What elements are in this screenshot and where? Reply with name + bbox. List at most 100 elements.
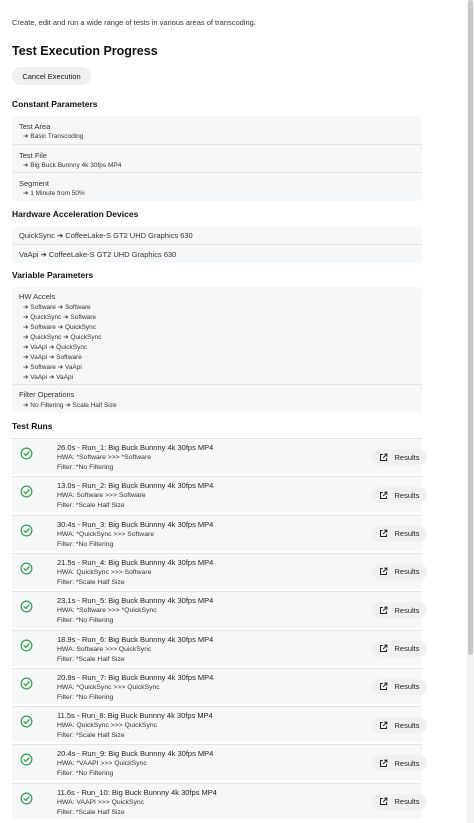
constant-value: ➔ 1 Minute from 50% <box>23 190 85 197</box>
check-circle-icon <box>20 677 33 690</box>
variable-parameters-card: HW Accels ➔ Software ➔ Software ➔ QuickS… <box>12 287 422 413</box>
results-label: Results <box>394 567 420 577</box>
run-title: 13.0s - Run_2: Big Buck Bunnny 4k 30fps … <box>57 481 214 491</box>
test-run-row: 26.0s - Run_1: Big Buck Bunnny 4k 30fps … <box>12 438 427 474</box>
constant-row: Test File ➔ Big Buck Bunnny 4k 30fps MP4 <box>12 144 422 172</box>
run-hwa: HWA: QuickSync >>> QuickSync <box>57 722 158 730</box>
run-title: 21.5s - Run_4: Big Buck Bunnny 4k 30fps … <box>57 557 214 567</box>
run-filter: Filter: *Scale Half Size <box>57 502 125 510</box>
hw-accel-item: ➔ Software ➔ VaApi <box>23 364 82 371</box>
test-run-row: 21.5s - Run_4: Big Buck Bunnny 4k 30fps … <box>12 552 427 589</box>
run-hwa: HWA: QuickSync >>> Software <box>57 568 152 576</box>
results-label: Results <box>394 758 420 768</box>
external-link-icon <box>380 682 388 691</box>
test-run-row: 11.5s - Run_8: Big Buck Bunnny 4k 30fps … <box>12 706 427 743</box>
check-circle-icon <box>20 485 33 498</box>
constant-value: ➔ Basic Transcoding <box>23 133 84 140</box>
results-button[interactable]: Results <box>372 755 427 772</box>
run-hwa: HWA: Software >>> QuickSync <box>57 645 152 653</box>
hw-accels-row: HW Accels ➔ Software ➔ Software ➔ QuickS… <box>12 287 422 384</box>
external-link-icon <box>380 759 388 767</box>
scrollbar-thumb[interactable] <box>468 0 473 655</box>
run-title: 11.6s - Run_10: Big Buck Bunnny 4k 30fps… <box>57 787 217 797</box>
results-label: Results <box>394 644 420 653</box>
external-link-icon <box>380 491 388 499</box>
test-runs-heading: Test Runs <box>12 421 53 431</box>
run-filter: Filter: *No Filtering <box>57 617 114 625</box>
constant-row: Segment ➔ 1 Minute from 50% <box>12 172 422 201</box>
run-title: 11.5s - Run_8: Big Buck Bunnny 4k 30fps … <box>57 711 213 721</box>
check-circle-icon <box>20 447 33 460</box>
results-button[interactable]: Results <box>372 640 427 657</box>
run-hwa: HWA: *Software >>> *QuickSync <box>57 607 157 615</box>
hw-accel-item: ➔ VaApi ➔ Software <box>23 354 82 361</box>
results-button[interactable]: Results <box>372 563 427 580</box>
results-button[interactable]: Results <box>372 487 427 504</box>
test-run-row: 18.9s - Run_6: Big Buck Bunnny 4k 30fps … <box>12 629 427 666</box>
results-label: Results <box>394 529 420 539</box>
check-circle-icon <box>20 562 33 575</box>
hardware-devices-heading: Hardware Acceleration Devices <box>12 209 139 219</box>
hw-accel-item: ➔ Software ➔ QuickSync <box>23 324 97 331</box>
page-title: Test Execution Progress <box>12 44 158 58</box>
run-filter: Filter: *Scale Half Size <box>57 732 125 740</box>
run-hwa: HWA: Software >>> Software <box>57 492 146 500</box>
run-filter: Filter: *No Filtering <box>57 540 114 548</box>
run-filter: Filter: *No Filtering <box>57 770 114 778</box>
results-label: Results <box>394 682 420 692</box>
test-run-row: 20.4s - Run_9: Big Buck Bunnny 4k 30fps … <box>12 744 427 781</box>
filter-operations-value: ➔ No Filtering ➔ Scale Half Size <box>23 402 117 409</box>
hw-accels-label: HW Accels <box>19 292 56 301</box>
run-filter: Filter: *No Filtering <box>57 464 114 471</box>
test-run-row: 20.9s - Run_7: Big Buck Bunnny 4k 30fps … <box>12 667 427 704</box>
results-label: Results <box>394 720 420 730</box>
external-link-icon <box>380 721 388 729</box>
run-title: 20.4s - Run_9: Big Buck Bunnny 4k 30fps … <box>57 749 214 759</box>
results-button[interactable]: Results <box>372 793 427 810</box>
check-circle-icon <box>20 753 33 766</box>
run-filter: Filter: *Scale Half Size <box>57 655 125 663</box>
hardware-device-row: QuickSync ➔ CoffeeLake-S GT2 UHD Graphic… <box>12 226 422 244</box>
external-link-icon <box>380 644 388 652</box>
results-button[interactable]: Results <box>372 525 427 542</box>
results-button[interactable]: Results <box>372 602 427 619</box>
run-title: 18.9s - Run_6: Big Buck Bunnny 4k 30fps … <box>57 634 214 644</box>
scrollbar[interactable] <box>467 0 474 823</box>
external-link-icon <box>380 568 388 576</box>
external-link-icon <box>380 606 388 614</box>
test-run-row: 13.0s - Run_2: Big Buck Bunnny 4k 30fps … <box>12 476 427 513</box>
external-link-icon <box>380 797 388 806</box>
results-button[interactable]: Results <box>372 717 427 734</box>
test-run-row: 30.4s - Run_3: Big Buck Bunnny 4k 30fps … <box>12 514 427 551</box>
check-circle-icon <box>20 715 33 728</box>
results-label: Results <box>394 797 420 807</box>
results-label: Results <box>394 452 420 462</box>
hardware-device-text: VaApi ➔ CoffeeLake-S GT2 UHD Graphics 63… <box>19 250 177 259</box>
run-title: 26.0s - Run_1: Big Buck Bunnny 4k 30fps … <box>57 443 214 452</box>
hw-accel-item: ➔ VaApi ➔ QuickSync <box>23 344 88 351</box>
hardware-device-text: QuickSync ➔ CoffeeLake-S GT2 UHD Graphic… <box>19 231 193 240</box>
run-title: 23.1s - Run_5: Big Buck Bunnny 4k 30fps … <box>57 596 214 606</box>
run-hwa: HWA: *QuickSync >>> Software <box>57 530 155 538</box>
run-hwa: HWA: VAAPI >>> QuickSync <box>57 798 145 806</box>
hw-accel-item: ➔ Software ➔ Software <box>23 304 91 311</box>
test-run-row: 23.1s - Run_5: Big Buck Bunnny 4k 30fps … <box>12 591 427 628</box>
run-hwa: HWA: *Software >>> *Software <box>57 454 152 461</box>
cancel-execution-button[interactable]: Cancel Execution <box>12 67 91 85</box>
run-title: 30.4s - Run_3: Big Buck Bunnny 4k 30fps … <box>57 519 214 529</box>
filter-operations-label: Filter Operations <box>19 390 75 399</box>
constant-label: Test File <box>19 151 47 160</box>
intro-text: Create, edit and run a wide range of tes… <box>12 18 256 27</box>
constant-row: Test Area ➔ Basic Transcoding <box>12 116 422 144</box>
hw-accel-item: ➔ QuickSync ➔ QuickSync <box>23 334 102 341</box>
results-button[interactable]: Results <box>372 678 427 695</box>
run-hwa: HWA: *QuickSync >>> QuickSync <box>57 683 160 691</box>
hardware-device-row: VaApi ➔ CoffeeLake-S GT2 UHD Graphics 63… <box>12 244 422 263</box>
external-link-icon <box>380 453 388 461</box>
check-circle-icon <box>20 639 33 651</box>
results-button[interactable]: Results <box>372 449 427 465</box>
filter-operations-row: Filter Operations ➔ No Filtering ➔ Scale… <box>12 384 422 413</box>
constant-label: Segment <box>19 179 50 188</box>
constant-value: ➔ Big Buck Bunnny 4k 30fps MP4 <box>23 162 122 169</box>
constant-parameters-card: Test Area ➔ Basic Transcoding Test File … <box>12 116 422 201</box>
